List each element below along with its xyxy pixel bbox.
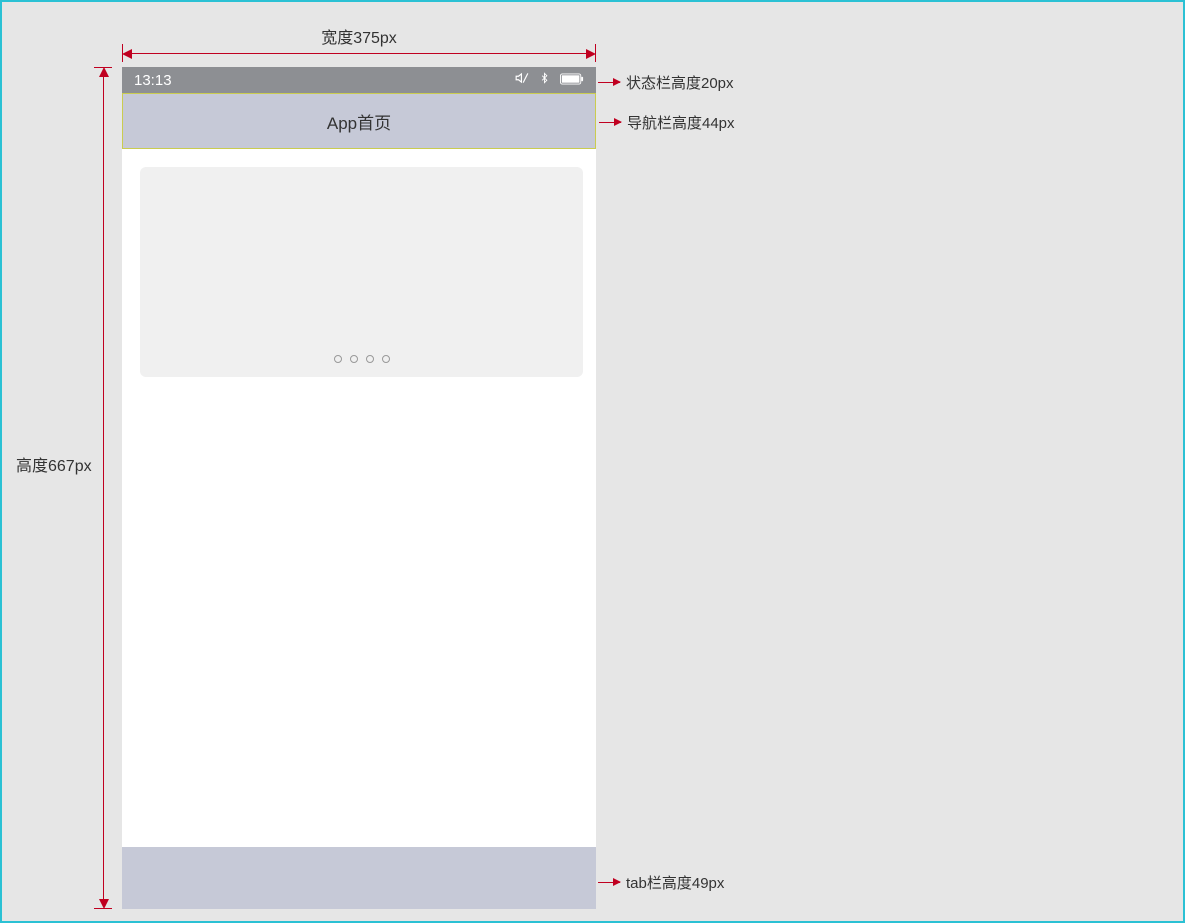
width-dimension-label: 宽度375px <box>122 24 596 48</box>
width-dimension-line <box>122 48 596 66</box>
height-dimension-label: 高度667px <box>16 452 92 476</box>
carousel-dot <box>366 355 374 363</box>
phone-frame: 13:13 <box>122 67 596 909</box>
nav-title: App首页 <box>327 109 391 134</box>
callout-status-bar: 状态栏高度20px <box>598 72 734 93</box>
content-area <box>122 149 596 847</box>
mute-icon <box>515 71 529 89</box>
status-time: 13:13 <box>134 72 172 89</box>
callout-nav-bar: 导航栏高度44px <box>599 112 735 133</box>
nav-bar: App首页 <box>122 93 596 149</box>
battery-icon <box>560 72 584 89</box>
carousel-dot <box>382 355 390 363</box>
callout-status-text: 状态栏高度20px <box>626 72 734 93</box>
carousel-dots <box>140 355 583 363</box>
carousel-dot <box>334 355 342 363</box>
callout-tab-text: tab栏高度49px <box>626 872 724 893</box>
callout-tab-bar: tab栏高度49px <box>598 872 724 893</box>
status-bar: 13:13 <box>122 67 596 93</box>
height-dimension-line <box>98 67 116 909</box>
callout-nav-text: 导航栏高度44px <box>627 112 735 133</box>
carousel-dot <box>350 355 358 363</box>
carousel-placeholder <box>140 167 583 377</box>
tab-bar <box>122 847 596 909</box>
bluetooth-icon <box>539 71 550 89</box>
